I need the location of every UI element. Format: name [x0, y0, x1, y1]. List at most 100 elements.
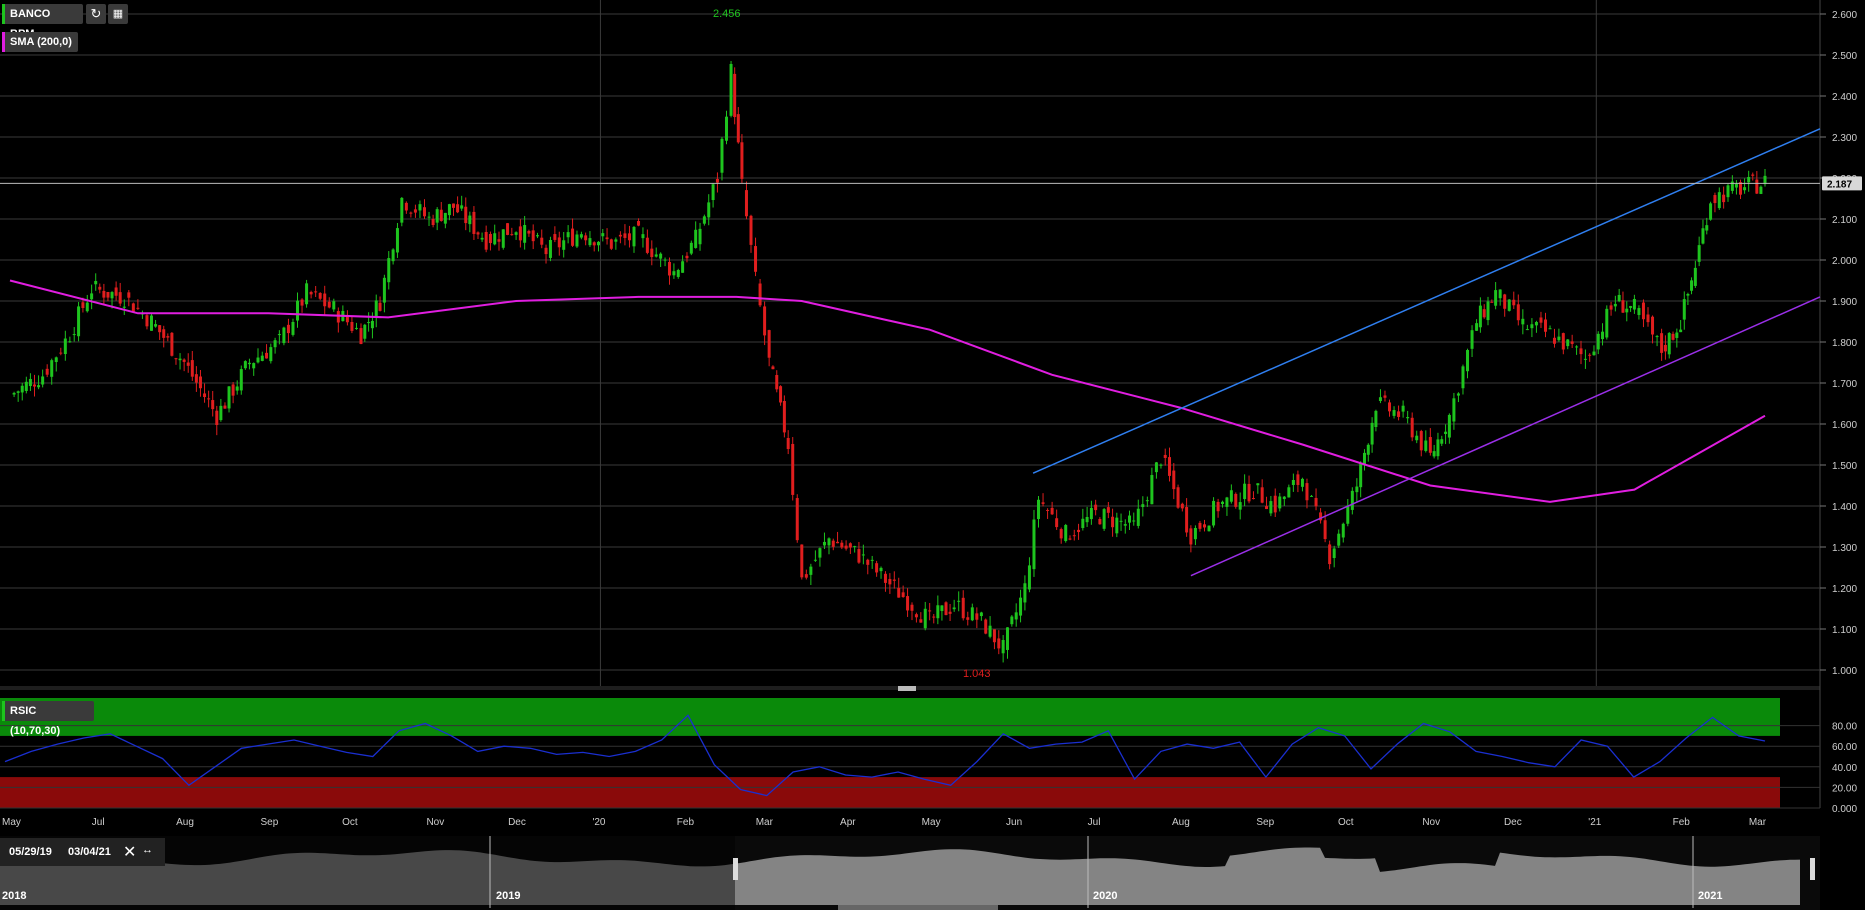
candle-body: [154, 324, 158, 327]
candle-body: [269, 347, 273, 362]
candle-body: [689, 242, 693, 254]
candle-body: [1392, 410, 1396, 416]
symbol-tag[interactable]: BANCO BPM: [2, 4, 83, 40]
candle-body: [771, 366, 775, 370]
candle-body: [966, 617, 970, 620]
x-tick-label: Jul: [1088, 817, 1101, 828]
candle-body: [1705, 225, 1709, 231]
candle-body: [54, 357, 58, 363]
candle-body: [553, 234, 557, 240]
rsi-tag[interactable]: RSIC (10,70,30): [2, 701, 94, 737]
candle-body: [791, 443, 795, 495]
price-panel-bg: [0, 0, 1820, 686]
candle-body: [1314, 497, 1318, 507]
candle-body: [1119, 520, 1123, 522]
price-tick-label: 1.100: [1832, 625, 1857, 636]
candle-body: [1444, 431, 1448, 434]
candle-body: [1544, 319, 1548, 332]
candle-body: [928, 610, 932, 612]
candle-body: [650, 248, 654, 258]
candle-body: [818, 548, 822, 558]
candle-body: [122, 306, 126, 308]
candle-body: [831, 540, 835, 547]
candle-body: [1410, 417, 1414, 438]
candle-body: [836, 541, 840, 544]
sma-tag[interactable]: SMA (200,0): [2, 32, 78, 52]
candle-body: [452, 203, 456, 208]
candle-body: [1046, 509, 1050, 511]
candle-body: [523, 225, 527, 243]
candle-body: [892, 579, 896, 581]
candle-body: [848, 543, 852, 548]
candle-body: [804, 574, 808, 578]
candle-body: [786, 437, 790, 450]
candle-body: [1055, 518, 1059, 528]
candle-body: [460, 205, 464, 209]
candle-body: [1081, 518, 1085, 528]
candle-body: [1475, 323, 1479, 331]
candle-body: [194, 374, 198, 383]
rsi-tick-label: 40.00: [1832, 763, 1857, 774]
candle-body: [59, 352, 63, 354]
candle-body: [174, 358, 178, 360]
calendar-icon[interactable]: ▦: [108, 4, 128, 24]
candle-body: [1530, 324, 1534, 329]
candle-body: [1278, 496, 1282, 509]
close-icon[interactable]: ✕: [123, 842, 136, 862]
candle-body: [37, 385, 41, 388]
candle-body: [875, 563, 879, 573]
candle-body: [1755, 179, 1759, 194]
candle-body: [186, 362, 190, 366]
candle-body: [910, 604, 914, 611]
candle-body: [800, 544, 804, 578]
candle-body: [667, 261, 671, 276]
candle-body: [1256, 483, 1260, 486]
candle-body: [215, 410, 219, 425]
candle-body: [879, 567, 883, 572]
candle-body: [1592, 351, 1596, 356]
rsi-tick-label: 80.00: [1832, 722, 1857, 733]
candle-body: [1115, 517, 1119, 534]
candle-body: [1651, 316, 1655, 335]
candle-body: [1328, 544, 1332, 565]
candle-body: [50, 360, 54, 377]
price-chart[interactable]: 2.6002.5002.4002.3002.2002.1002.0001.900…: [0, 0, 1865, 910]
rsi-tick-label: 0.000: [1832, 804, 1857, 815]
candle-body: [596, 241, 600, 246]
candle-body: [1478, 305, 1482, 328]
x-tick-label: Aug: [1172, 817, 1190, 828]
candle-body: [1077, 529, 1081, 533]
x-tick-label: Apr: [840, 817, 856, 828]
candle-body: [1225, 497, 1229, 507]
candle-body: [300, 299, 304, 306]
candle-body: [627, 233, 631, 241]
navigator-year-2019: 2019: [496, 890, 521, 902]
refresh-icon[interactable]: ↻: [86, 4, 106, 24]
candle-body: [102, 290, 106, 298]
candle-body: [395, 228, 399, 253]
expand-icon[interactable]: ↔: [142, 844, 153, 856]
candle-body: [1207, 525, 1211, 532]
candle-body: [1507, 299, 1511, 311]
price-tick-label: 1.400: [1832, 502, 1857, 513]
navigator-year-2021: 2021: [1698, 890, 1723, 902]
candle-body: [888, 578, 892, 585]
candle-body: [68, 341, 72, 343]
candle-body: [1709, 203, 1713, 220]
candle-body: [1521, 318, 1525, 325]
candle-body: [1247, 483, 1251, 502]
candle-body: [1176, 487, 1180, 508]
candle-body: [1539, 317, 1543, 323]
candle-body: [106, 292, 110, 298]
candle-body: [190, 360, 194, 377]
candle-body: [1686, 293, 1690, 296]
x-tick-label: Nov: [426, 817, 444, 828]
candle-body: [1282, 496, 1286, 500]
candle-body: [1534, 322, 1538, 326]
candle-body: [1660, 333, 1664, 353]
candle-body: [1482, 309, 1486, 318]
navigator-year-2018: 2018: [2, 890, 27, 902]
low-annotation: 1.043: [963, 668, 991, 680]
candle-body: [286, 324, 290, 334]
candle-body: [367, 322, 371, 324]
